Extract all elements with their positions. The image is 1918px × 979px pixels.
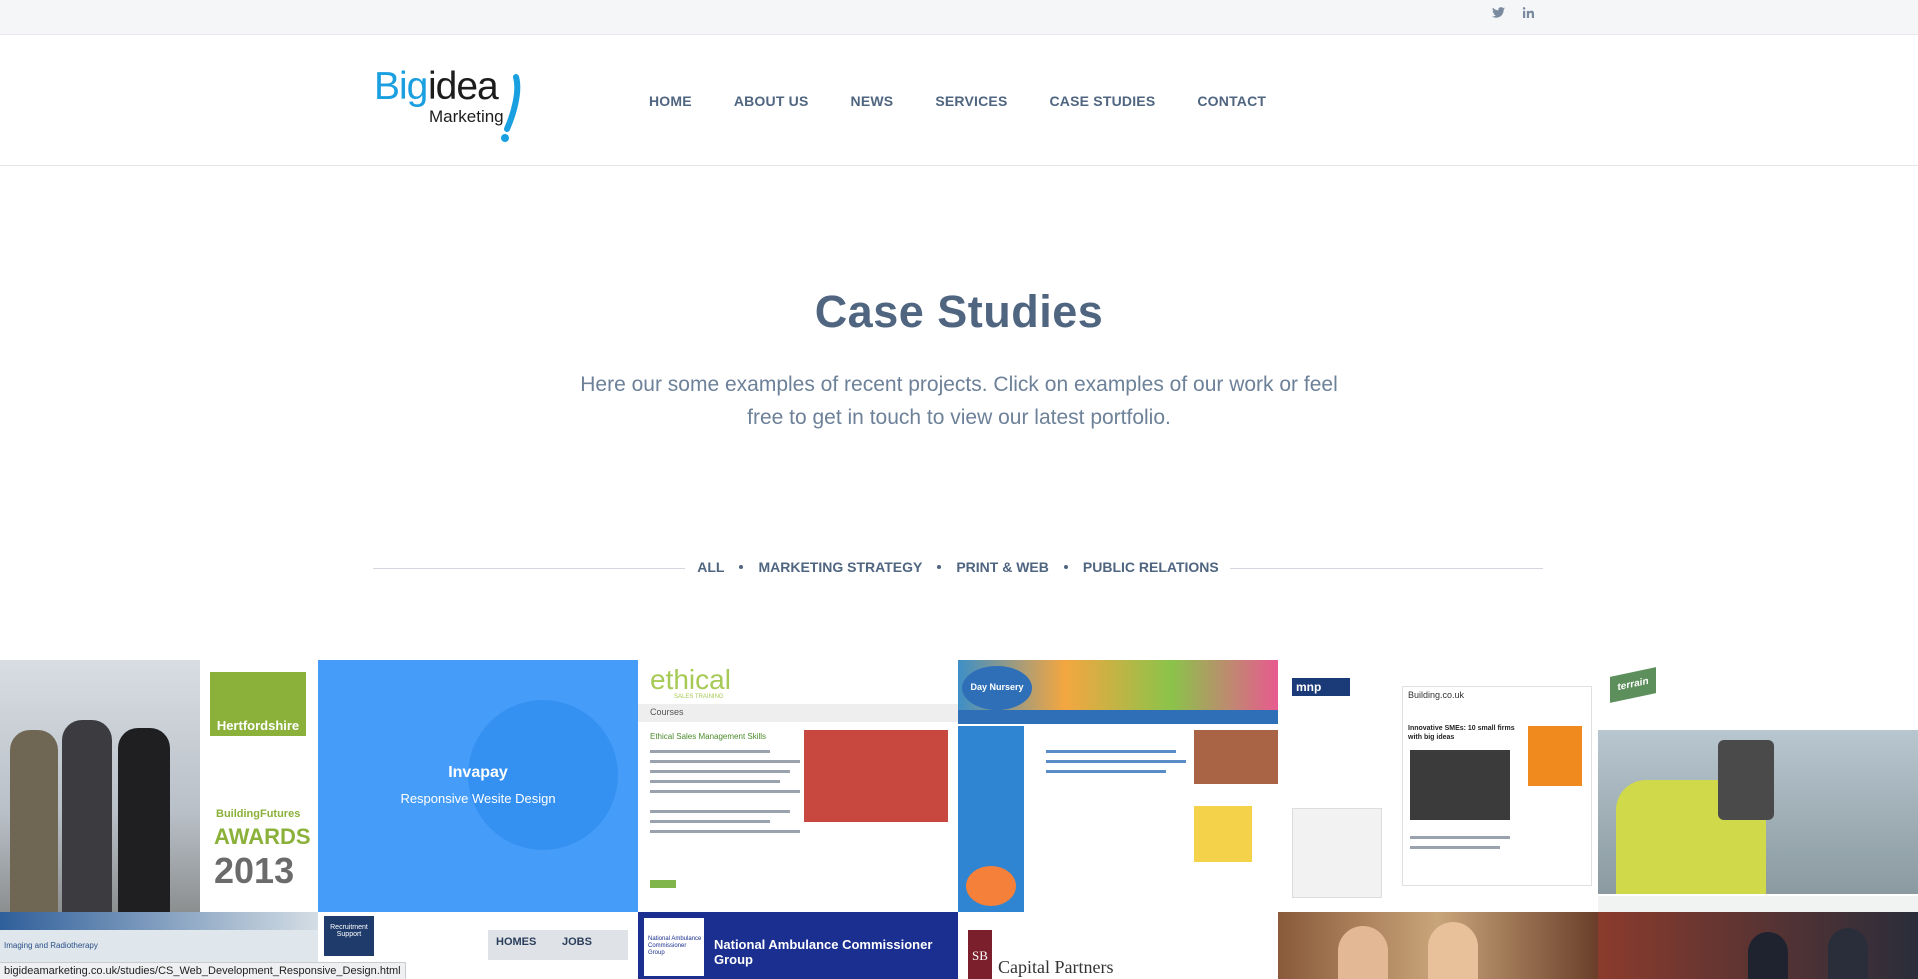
capital-partners-label: Capital Partners — [998, 957, 1114, 977]
filter-all[interactable]: ALL — [697, 559, 724, 575]
survey-instrument — [1718, 740, 1774, 820]
ethical-heading: Ethical Sales Management Skills — [650, 732, 767, 741]
case-study-tile-nacg[interactable]: National Ambulance Commissioner Group Na… — [638, 912, 958, 979]
recruitment-logo: Recruitment Support — [324, 916, 374, 956]
filter-separator — [1063, 565, 1068, 569]
browser-status-url: bigideamarketing.co.uk/studies/CS_Web_De… — [0, 962, 406, 979]
building-headline: Innovative SMEs: 10 small firms with big… — [1408, 725, 1515, 741]
logo-idea: idea — [428, 65, 499, 108]
case-study-tile-children[interactable] — [1278, 912, 1598, 979]
site-header: Big idea Marketing HOME ABOUT US NEWS SE… — [0, 35, 1918, 166]
person-figure — [10, 730, 58, 912]
logo-exclamation-icon — [501, 74, 521, 142]
imaging-label: Imaging and Radiotherapy — [4, 941, 98, 950]
top-bar — [0, 0, 1918, 35]
child-figure — [1428, 922, 1478, 979]
building-site-title: Building.co.uk — [1408, 690, 1465, 700]
main-nav: HOME ABOUT US NEWS SERVICES CASE STUDIES… — [649, 93, 1308, 109]
text-line — [1046, 770, 1166, 773]
nursery-nav-bar — [958, 710, 1278, 724]
case-study-tile-sb-capital[interactable]: SB Capital Partners — [958, 912, 1278, 979]
filter-separator — [937, 565, 942, 569]
awards-label: AWARDS — [214, 824, 311, 849]
nav-news[interactable]: NEWS — [851, 93, 894, 109]
text-line — [1410, 836, 1510, 839]
nav-services[interactable]: SERVICES — [935, 93, 1007, 109]
linkedin-icon[interactable] — [1519, 5, 1537, 23]
filter-public-relations[interactable]: PUBLIC RELATIONS — [1083, 559, 1219, 575]
awards-year: 2013 — [214, 850, 295, 891]
twitter-icon[interactable] — [1489, 5, 1507, 23]
imaging-banner — [0, 912, 318, 930]
portfolio-filters: ALL MARKETING STRATEGY PRINT & WEB PUBLI… — [686, 559, 1230, 575]
tile-subtitle: Responsive Wesite Design — [400, 791, 556, 806]
case-study-tile-terrain[interactable]: terrain — [1598, 660, 1918, 912]
ethical-logo-sub: SALES TRAINING — [674, 694, 724, 700]
filter-marketing-strategy[interactable]: MARKETING STRATEGY — [758, 559, 922, 575]
terrain-footer-bar — [1598, 896, 1918, 912]
building-ad — [1528, 726, 1582, 786]
case-study-tile-building-futures[interactable]: Hertfordshire BuildingFutures AWARDS 201… — [0, 660, 318, 912]
ethical-logo: ethical — [650, 664, 731, 695]
nacg-title: National Ambulance Commissioner Group — [714, 937, 933, 967]
case-study-tile-day-nursery[interactable]: Day Nursery — [958, 660, 1278, 912]
text-line — [1046, 750, 1176, 753]
case-study-tile-building[interactable]: mnp Building.co.uk Innovative SMEs: 10 s… — [1278, 660, 1598, 912]
sb-logo: SB — [968, 930, 992, 979]
case-study-tile-invapay[interactable]: Invapay Responsive Wesite Design — [318, 660, 638, 912]
text-line — [650, 810, 790, 813]
homes-label: HOMES — [496, 936, 537, 948]
nursery-decor — [966, 866, 1016, 906]
page-title: Case Studies — [814, 286, 1104, 337]
case-study-tile-ethical[interactable]: ethical SALES TRAINING Courses Ethical S… — [638, 660, 958, 912]
filter-print-web[interactable]: PRINT & WEB — [956, 559, 1049, 575]
team-photo — [804, 730, 948, 822]
filter-separator — [739, 565, 744, 569]
filter-divider-right — [1230, 568, 1543, 569]
text-line — [650, 820, 770, 823]
logo-marketing: Marketing — [429, 107, 504, 126]
tile-hover-overlay — [318, 660, 638, 912]
nav-contact[interactable]: CONTACT — [1197, 93, 1266, 109]
text-line — [1410, 846, 1500, 849]
text-line — [650, 750, 770, 753]
text-line — [650, 760, 800, 763]
text-line — [650, 830, 800, 833]
person-figure — [118, 728, 170, 912]
jobs-label: JOBS — [562, 936, 592, 948]
text-line — [650, 770, 790, 773]
text-line — [1046, 760, 1186, 763]
nacg-logo: National Ambulance Commissioner Group — [644, 918, 704, 976]
text-line — [650, 780, 780, 783]
person-figure — [1828, 928, 1868, 979]
person-figure — [62, 720, 112, 912]
page-subtitle: Here our some examples of recent project… — [580, 373, 1338, 429]
courses-label: Courses — [650, 707, 684, 717]
hertfordshire-badge: Hertfordshire — [210, 672, 306, 736]
courses-bar — [638, 704, 958, 722]
person-figure — [1748, 932, 1788, 979]
building-futures-label: BuildingFutures — [216, 808, 301, 820]
nav-about-us[interactable]: ABOUT US — [734, 93, 809, 109]
nursery-note — [1194, 806, 1252, 862]
mnp-logo: mnp — [1292, 678, 1350, 696]
building-photo — [1410, 750, 1510, 820]
tile-title: Invapay — [448, 764, 508, 781]
nursery-logo: Day Nursery — [962, 666, 1032, 710]
terrain-logo: terrain — [1610, 667, 1656, 703]
child-figure — [1338, 926, 1388, 979]
bigidea-logo[interactable]: Big idea Marketing — [374, 65, 534, 142]
filter-divider-left — [373, 568, 685, 569]
nursery-building-photo — [1194, 730, 1278, 784]
nav-home[interactable]: HOME — [649, 93, 692, 109]
enrol-button — [650, 880, 676, 888]
case-study-tile-people[interactable] — [1598, 912, 1918, 979]
nav-case-studies[interactable]: CASE STUDIES — [1050, 93, 1156, 109]
logo-big: Big — [374, 65, 428, 108]
mnp-page — [1292, 808, 1382, 898]
text-line — [650, 790, 800, 793]
